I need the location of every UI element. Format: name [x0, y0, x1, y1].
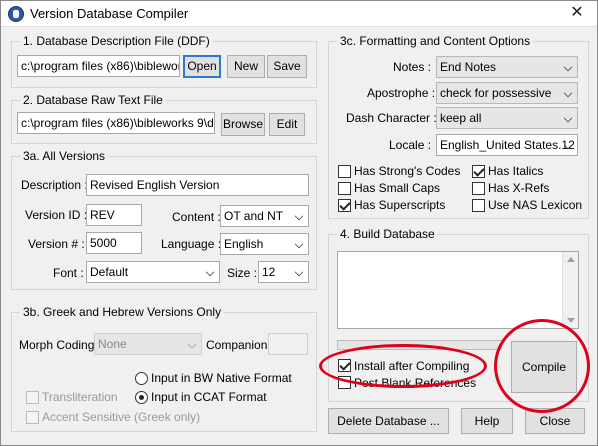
use-nas-lexicon-label: Use NAS Lexicon [488, 198, 583, 212]
font-dropdown[interactable]: Default [86, 261, 220, 283]
locale-dropdown[interactable]: English_United States.12 [436, 134, 578, 156]
version-id-label: Version ID : [25, 208, 88, 222]
build-log-scrollbar[interactable] [562, 252, 578, 328]
has-strongs-label: Has Strong's Codes [354, 164, 461, 178]
scroll-up-icon[interactable] [567, 257, 575, 262]
companion-field[interactable] [268, 333, 308, 355]
version-number-label: Version # : [28, 237, 85, 251]
close-window-icon[interactable]: ✕ [565, 3, 589, 23]
build-log-listbox[interactable] [337, 251, 579, 329]
accent-sensitive-label: Accent Sensitive (Greek only) [42, 410, 201, 424]
apostrophe-dropdown[interactable]: check for possessive [436, 82, 578, 104]
chevron-down-icon [563, 62, 573, 72]
size-dropdown[interactable]: 12 [258, 261, 309, 283]
language-value: English [224, 237, 264, 251]
has-superscripts-label: Has Superscripts [354, 198, 446, 212]
radio-bw-native-label: Input in BW Native Format [151, 371, 292, 385]
title-bar: Version Database Compiler ✕ [1, 1, 597, 27]
has-small-caps-label: Has Small Caps [354, 181, 441, 195]
radio-bw-native[interactable] [135, 372, 148, 385]
has-strongs-checkbox[interactable] [338, 165, 351, 178]
notes-dropdown[interactable]: End Notes [436, 56, 578, 78]
dash-character-label: Dash Character : [346, 111, 437, 125]
has-xrefs-checkbox[interactable] [472, 182, 485, 195]
all-versions-group-label: 3a. All Versions [20, 149, 109, 163]
new-button[interactable]: New [227, 55, 265, 78]
version-number-field[interactable]: 5000 [86, 232, 142, 254]
open-button[interactable]: Open [183, 55, 221, 78]
chevron-down-icon [187, 339, 197, 349]
size-label: Size : [227, 266, 258, 280]
ddf-path-field[interactable]: c:\program files (x86)\bibleworks 9 [17, 55, 180, 77]
use-nas-lexicon-checkbox[interactable] [472, 199, 485, 212]
content-dropdown[interactable]: OT and NT [220, 205, 309, 227]
chevron-down-icon [294, 211, 304, 221]
has-small-caps-checkbox[interactable] [338, 182, 351, 195]
save-button[interactable]: Save [267, 55, 307, 78]
morph-coding-dropdown[interactable]: None [94, 333, 202, 355]
chevron-down-icon [294, 239, 304, 249]
browse-button[interactable]: Browse [221, 113, 265, 136]
app-icon [8, 6, 24, 22]
greek-hebrew-group-label: 3b. Greek and Hebrew Versions Only [20, 305, 225, 319]
delete-database-button[interactable]: Delete Database ... [328, 408, 449, 434]
annotation-circle-compile [494, 319, 590, 413]
apostrophe-value: check for possessive [440, 86, 552, 100]
raw-text-group-label: 2. Database Raw Text File [20, 93, 166, 107]
has-superscripts-checkbox[interactable] [338, 199, 351, 212]
window-title: Version Database Compiler [30, 6, 189, 21]
ddf-group-label: 1. Database Description File (DDF) [20, 34, 213, 48]
dash-character-dropdown[interactable]: keep all [436, 107, 578, 129]
language-dropdown[interactable]: English [220, 233, 309, 255]
language-label: Language : [161, 237, 222, 251]
dash-character-value: keep all [440, 111, 482, 125]
radio-ccat-label: Input in CCAT Format [151, 390, 267, 404]
radio-ccat[interactable] [135, 391, 148, 404]
raw-text-path-field[interactable]: c:\program files (x86)\bibleworks 9\data… [17, 112, 215, 134]
chevron-down-icon [563, 113, 573, 123]
accent-sensitive-checkbox[interactable] [26, 411, 39, 424]
edit-button[interactable]: Edit [269, 113, 305, 136]
transliteration-checkbox[interactable] [26, 391, 39, 404]
compiler-window: Version Database Compiler ✕ 1. Database … [0, 0, 598, 446]
chevron-down-icon [294, 267, 304, 277]
size-value: 12 [262, 265, 276, 279]
has-italics-checkbox[interactable] [472, 165, 485, 178]
font-label: Font : [53, 266, 84, 280]
has-italics-label: Has Italics [488, 164, 544, 178]
notes-value: End Notes [440, 60, 497, 74]
notes-label: Notes : [393, 60, 432, 74]
content-label: Content : [172, 210, 221, 224]
build-group-label: 4. Build Database [337, 227, 438, 241]
content-value: OT and NT [224, 209, 284, 223]
chevron-down-icon [205, 267, 215, 277]
font-value: Default [90, 265, 129, 279]
formatting-group-label: 3c. Formatting and Content Options [337, 34, 534, 48]
annotation-circle-install [319, 344, 487, 388]
locale-label: Locale : [389, 138, 432, 152]
description-label: Description : [21, 178, 88, 192]
version-id-field[interactable]: REV [86, 204, 142, 226]
locale-value: English_United States.12 [440, 138, 575, 152]
has-xrefs-label: Has X-Refs [488, 181, 550, 195]
help-button[interactable]: Help [461, 408, 513, 434]
chevron-down-icon [563, 88, 573, 98]
companion-label: Companion : [206, 338, 275, 352]
description-field[interactable]: Revised English Version [86, 174, 309, 196]
scroll-down-icon[interactable] [567, 318, 575, 323]
transliteration-label: Transliteration [42, 390, 118, 404]
apostrophe-label: Apostrophe : [367, 86, 436, 100]
morph-coding-value: None [98, 337, 127, 351]
morph-coding-label: Morph Coding : [19, 338, 102, 352]
